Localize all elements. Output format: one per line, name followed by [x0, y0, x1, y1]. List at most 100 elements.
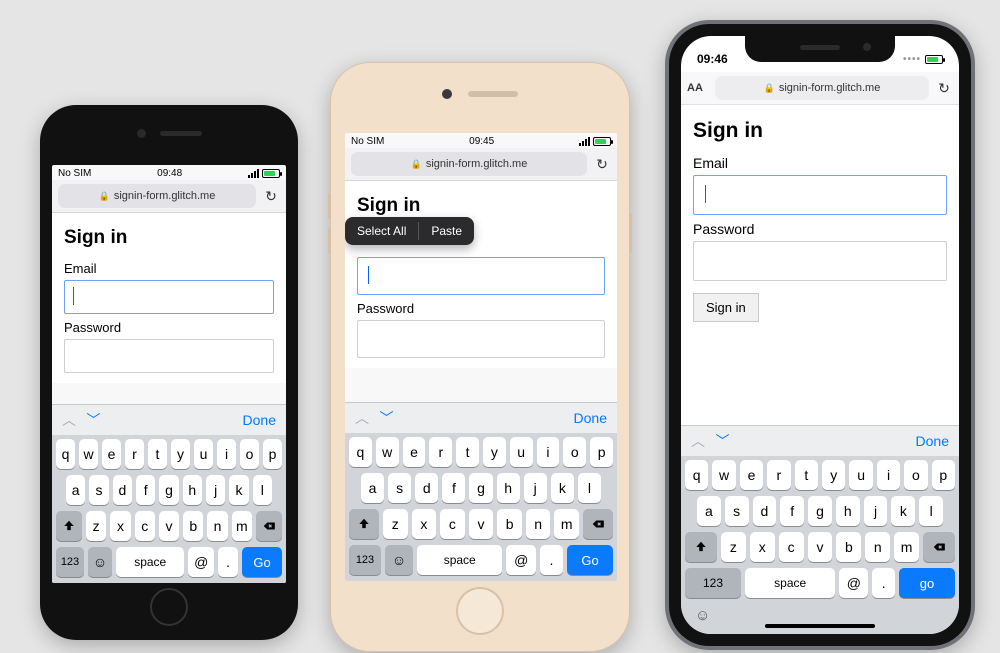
key-d[interactable]: d: [753, 496, 777, 526]
key-i[interactable]: i: [537, 437, 560, 467]
done-button[interactable]: Done: [916, 433, 949, 449]
emoji-key[interactable]: ☺: [88, 547, 112, 577]
url-box[interactable]: 🔒 signin-form.glitch.me: [351, 152, 587, 176]
email-field[interactable]: [693, 175, 947, 215]
email-field[interactable]: [64, 280, 274, 314]
key-x[interactable]: x: [110, 511, 130, 541]
backspace-key[interactable]: [923, 532, 955, 562]
key-m[interactable]: m: [554, 509, 579, 539]
key-x[interactable]: x: [412, 509, 437, 539]
key-j[interactable]: j: [206, 475, 225, 505]
refresh-button[interactable]: ↻: [262, 188, 280, 205]
email-field[interactable]: [357, 257, 605, 295]
key-n[interactable]: n: [207, 511, 227, 541]
key-y[interactable]: y: [483, 437, 506, 467]
shift-key[interactable]: [56, 511, 82, 541]
key-l[interactable]: l: [919, 496, 943, 526]
key-p[interactable]: p: [590, 437, 613, 467]
text-size-button[interactable]: AA: [687, 82, 709, 94]
paste-menu-item[interactable]: Paste: [419, 217, 474, 245]
signin-button[interactable]: Sign in: [693, 293, 759, 322]
key-h[interactable]: h: [183, 475, 202, 505]
prev-field-button[interactable]: ︿: [355, 410, 369, 426]
key-y[interactable]: y: [822, 460, 845, 490]
key-u[interactable]: u: [510, 437, 533, 467]
done-button[interactable]: Done: [574, 410, 607, 426]
go-key[interactable]: go: [899, 568, 955, 598]
key-x[interactable]: x: [750, 532, 775, 562]
key-m[interactable]: m: [232, 511, 252, 541]
key-w[interactable]: w: [712, 460, 735, 490]
home-indicator[interactable]: [765, 624, 875, 628]
key-u[interactable]: u: [849, 460, 872, 490]
backspace-key[interactable]: [583, 509, 613, 539]
key-o[interactable]: o: [240, 439, 259, 469]
space-key[interactable]: space: [116, 547, 184, 577]
dot-key[interactable]: .: [872, 568, 895, 598]
at-key[interactable]: @: [839, 568, 868, 598]
key-b[interactable]: b: [183, 511, 203, 541]
key-e[interactable]: e: [403, 437, 426, 467]
key-n[interactable]: n: [526, 509, 551, 539]
password-field[interactable]: [693, 241, 947, 281]
key-d[interactable]: d: [415, 473, 438, 503]
emoji-key[interactable]: ☺: [695, 607, 710, 624]
key-k[interactable]: k: [551, 473, 574, 503]
key-a[interactable]: a: [361, 473, 384, 503]
key-m[interactable]: m: [894, 532, 919, 562]
space-key[interactable]: space: [417, 545, 502, 575]
key-z[interactable]: z: [721, 532, 746, 562]
backspace-key[interactable]: [256, 511, 282, 541]
key-a[interactable]: a: [697, 496, 721, 526]
key-r[interactable]: r: [429, 437, 452, 467]
key-z[interactable]: z: [86, 511, 106, 541]
shift-key[interactable]: [349, 509, 379, 539]
key-l[interactable]: l: [253, 475, 272, 505]
key-i[interactable]: i: [877, 460, 900, 490]
key-l[interactable]: l: [578, 473, 601, 503]
key-p[interactable]: p: [932, 460, 955, 490]
next-field-button[interactable]: ﹀: [379, 410, 393, 426]
key-b[interactable]: b: [836, 532, 861, 562]
key-p[interactable]: p: [263, 439, 282, 469]
next-field-button[interactable]: ﹀: [86, 412, 100, 428]
key-w[interactable]: w: [376, 437, 399, 467]
space-key[interactable]: space: [745, 568, 835, 598]
key-g[interactable]: g: [808, 496, 832, 526]
key-f[interactable]: f: [780, 496, 804, 526]
password-field[interactable]: [64, 339, 274, 373]
key-j[interactable]: j: [864, 496, 888, 526]
key-s[interactable]: s: [388, 473, 411, 503]
key-f[interactable]: f: [442, 473, 465, 503]
url-box[interactable]: 🔒 signin-form.glitch.me: [715, 76, 929, 100]
go-key[interactable]: Go: [567, 545, 613, 575]
select-all-menu-item[interactable]: Select All: [345, 217, 418, 245]
key-v[interactable]: v: [469, 509, 494, 539]
key-q[interactable]: q: [685, 460, 708, 490]
key-d[interactable]: d: [113, 475, 132, 505]
key-v[interactable]: v: [808, 532, 833, 562]
prev-field-button[interactable]: ︿: [691, 433, 705, 449]
key-h[interactable]: h: [836, 496, 860, 526]
key-n[interactable]: n: [865, 532, 890, 562]
key-j[interactable]: j: [524, 473, 547, 503]
key-c[interactable]: c: [135, 511, 155, 541]
key-e[interactable]: e: [740, 460, 763, 490]
key-c[interactable]: c: [440, 509, 465, 539]
key-w[interactable]: w: [79, 439, 98, 469]
key-s[interactable]: s: [89, 475, 108, 505]
next-field-button[interactable]: ﹀: [715, 433, 729, 449]
key-v[interactable]: v: [159, 511, 179, 541]
key-i[interactable]: i: [217, 439, 236, 469]
key-t[interactable]: t: [148, 439, 167, 469]
key-q[interactable]: q: [349, 437, 372, 467]
key-e[interactable]: e: [102, 439, 121, 469]
done-button[interactable]: Done: [243, 412, 276, 428]
key-f[interactable]: f: [136, 475, 155, 505]
key-h[interactable]: h: [497, 473, 520, 503]
key-z[interactable]: z: [383, 509, 408, 539]
home-button[interactable]: [456, 587, 504, 635]
key-k[interactable]: k: [891, 496, 915, 526]
dot-key[interactable]: .: [218, 547, 238, 577]
key-o[interactable]: o: [563, 437, 586, 467]
